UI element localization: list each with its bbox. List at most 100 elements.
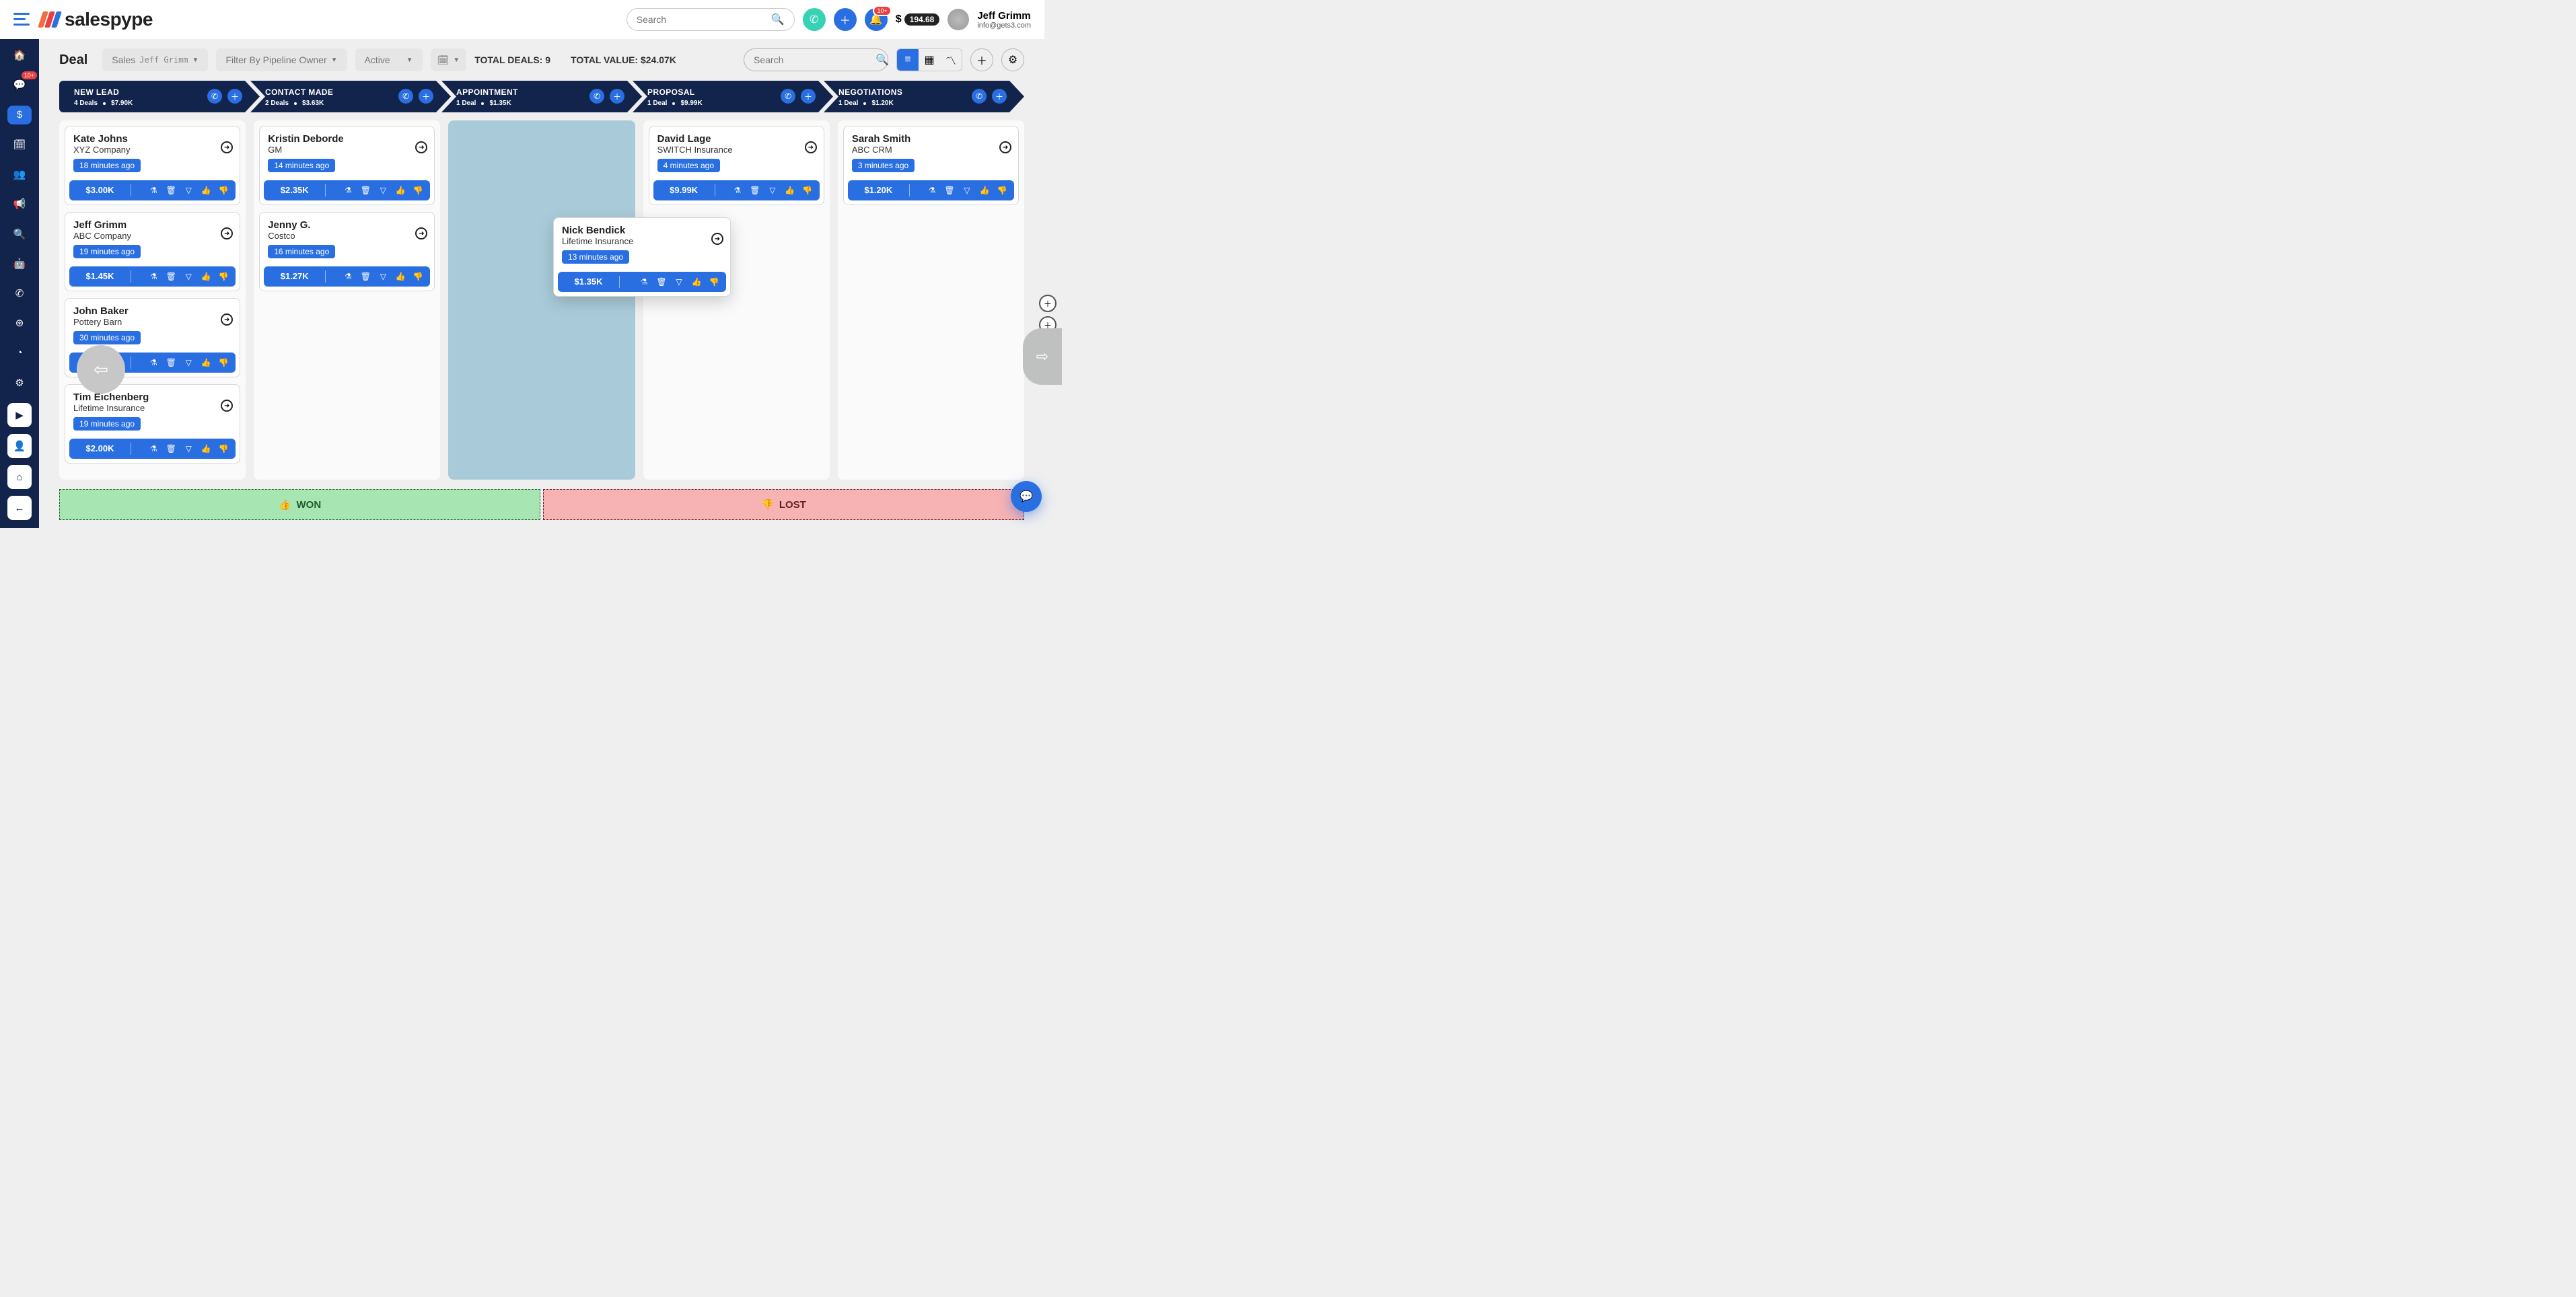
local-search-input[interactable] xyxy=(754,54,875,65)
column-4[interactable]: Sarah Smith ABC CRM 3 minutes ago ➜ $1.2… xyxy=(838,120,1024,480)
column-0[interactable]: Kate Johns XYZ Company 18 minutes ago ➜ … xyxy=(59,120,246,480)
settings-button[interactable]: ⚙ xyxy=(1001,48,1024,71)
thumbs-down-icon[interactable]: 👎 xyxy=(218,443,229,454)
delete-icon[interactable]: 🗑 xyxy=(360,271,371,282)
status-select[interactable]: Active ▼ xyxy=(355,48,423,71)
thumbs-up-icon[interactable]: 👍 xyxy=(785,185,795,196)
delete-icon[interactable]: 🗑 xyxy=(166,357,176,368)
flask-icon[interactable]: ⚗ xyxy=(148,357,159,368)
view-grid[interactable]: ▦ xyxy=(919,49,940,71)
delete-icon[interactable]: 🗑 xyxy=(750,185,760,196)
lost-zone[interactable]: 👎 LOST xyxy=(543,489,1024,520)
filter-icon[interactable]: ▽ xyxy=(183,185,194,196)
filter-icon[interactable]: ▽ xyxy=(183,357,194,368)
stage-call-button[interactable]: ✆ xyxy=(398,89,413,104)
thumbs-up-icon[interactable]: 👍 xyxy=(691,276,702,287)
sidebar-search[interactable]: 🔍 xyxy=(7,225,32,244)
stage-3[interactable]: PROPOSAL 1 Deal$9.99K ✆＋ xyxy=(633,81,833,112)
add-deal-button[interactable]: ＋ xyxy=(970,48,993,71)
open-deal-icon[interactable]: ➜ xyxy=(711,233,723,245)
date-select[interactable]: 🗓 ▼ xyxy=(431,48,467,71)
notifications-button[interactable]: 🔔 10+ xyxy=(865,8,888,31)
open-deal-icon[interactable]: ➜ xyxy=(805,141,817,153)
deal-card[interactable]: Jeff Grimm ABC Company 19 minutes ago ➜ … xyxy=(65,212,240,291)
filter-icon[interactable]: ▽ xyxy=(674,276,684,287)
logo[interactable]: salespype xyxy=(40,9,153,30)
sidebar-back[interactable]: ← xyxy=(7,496,32,520)
view-chart[interactable]: 〽 xyxy=(940,49,962,71)
filter-icon[interactable]: ▽ xyxy=(767,185,778,196)
thumbs-up-icon[interactable]: 👍 xyxy=(201,443,211,454)
global-search[interactable]: 🔍 xyxy=(627,8,795,31)
user-avatar[interactable] xyxy=(947,9,969,30)
stage-call-button[interactable]: ✆ xyxy=(589,89,604,104)
filter-owner-select[interactable]: Filter By Pipeline Owner ▼ xyxy=(216,48,347,71)
flask-icon[interactable]: ⚗ xyxy=(148,185,159,196)
sidebar-phone[interactable]: ✆ xyxy=(7,284,32,303)
delete-icon[interactable]: 🗑 xyxy=(166,185,176,196)
call-button[interactable]: ✆ xyxy=(803,8,826,31)
sidebar-campaigns[interactable]: 📢 xyxy=(7,194,32,213)
filter-icon[interactable]: ▽ xyxy=(378,185,388,196)
column-2[interactable] xyxy=(448,120,635,480)
sidebar-deals[interactable]: $ xyxy=(7,106,32,124)
flask-icon[interactable]: ⚗ xyxy=(343,185,353,196)
sidebar-chat[interactable]: 💬10+ xyxy=(7,75,32,94)
stage-call-button[interactable]: ✆ xyxy=(972,89,987,104)
pipeline-select[interactable]: Sales Jeff Grimm ▼ xyxy=(102,48,208,71)
deal-card-dragging[interactable]: Nick Bendick Lifetime Insurance 13 minut… xyxy=(553,217,731,297)
global-search-input[interactable] xyxy=(637,14,771,25)
sidebar-home2[interactable]: ⌂ xyxy=(7,465,32,489)
thumbs-down-icon[interactable]: 👎 xyxy=(802,185,813,196)
won-zone[interactable]: 👍 WON xyxy=(59,489,540,520)
thumbs-down-icon[interactable]: 👎 xyxy=(709,276,719,287)
delete-icon[interactable]: 🗑 xyxy=(166,271,176,282)
thumbs-up-icon[interactable]: 👍 xyxy=(395,271,406,282)
stage-add-button[interactable]: ＋ xyxy=(610,89,624,104)
stage-add-button[interactable]: ＋ xyxy=(419,89,433,104)
sidebar-billing[interactable]: ⊛ xyxy=(7,313,32,332)
stage-2[interactable]: APPOINTMENT 1 Deal$1.35K ✆＋ xyxy=(441,81,642,112)
user-info[interactable]: Jeff Grimm info@gets3.com xyxy=(977,10,1031,30)
stage-0[interactable]: NEW LEAD 4 Deals$7.90K ✆＋ xyxy=(59,81,260,112)
filter-icon[interactable]: ▽ xyxy=(183,443,194,454)
deal-card[interactable]: Tim Eichenberg Lifetime Insurance 19 min… xyxy=(65,384,240,464)
menu-icon[interactable] xyxy=(13,13,32,26)
stage-add-button[interactable]: ＋ xyxy=(801,89,816,104)
filter-icon[interactable]: ▽ xyxy=(183,271,194,282)
flask-icon[interactable]: ⚗ xyxy=(639,276,649,287)
filter-icon[interactable]: ▽ xyxy=(962,185,972,196)
column-3[interactable]: David Lage SWITCH Insurance 4 minutes ag… xyxy=(643,120,830,480)
sidebar-contacts[interactable]: 👥 xyxy=(7,165,32,184)
stage-1[interactable]: CONTACT MADE 2 Deals$3.63K ✆＋ xyxy=(250,81,451,112)
filter-icon[interactable]: ▽ xyxy=(378,271,388,282)
thumbs-down-icon[interactable]: 👎 xyxy=(218,357,229,368)
sidebar-reports[interactable]: ◔ xyxy=(7,344,32,363)
delete-icon[interactable]: 🗑 xyxy=(166,443,176,454)
stage-call-button[interactable]: ✆ xyxy=(207,89,222,104)
deal-card[interactable]: Kate Johns XYZ Company 18 minutes ago ➜ … xyxy=(65,126,240,205)
deal-card[interactable]: Kristin Deborde GM 14 minutes ago ➜ $2.3… xyxy=(259,126,435,205)
deal-card[interactable]: David Lage SWITCH Insurance 4 minutes ag… xyxy=(649,126,824,205)
deal-card[interactable]: Jenny G. Costco 16 minutes ago ➜ $1.27K … xyxy=(259,212,435,291)
view-kanban[interactable]: ≡ xyxy=(897,49,919,71)
thumbs-down-icon[interactable]: 👎 xyxy=(218,185,229,196)
open-deal-icon[interactable]: ➜ xyxy=(999,141,1011,153)
add-button[interactable]: ＋ xyxy=(834,8,857,31)
stage-add-button[interactable]: ＋ xyxy=(992,89,1007,104)
delete-icon[interactable]: 🗑 xyxy=(360,185,371,196)
thumbs-up-icon[interactable]: 👍 xyxy=(201,185,211,196)
flask-icon[interactable]: ⚗ xyxy=(148,271,159,282)
thumbs-down-icon[interactable]: 👎 xyxy=(218,271,229,282)
flask-icon[interactable]: ⚗ xyxy=(732,185,743,196)
thumbs-up-icon[interactable]: 👍 xyxy=(201,357,211,368)
float-add[interactable]: ＋ xyxy=(1039,295,1057,312)
stage-call-button[interactable]: ✆ xyxy=(781,89,795,104)
thumbs-up-icon[interactable]: 👍 xyxy=(979,185,990,196)
sidebar-bot[interactable]: 🤖 xyxy=(7,254,32,273)
delete-icon[interactable]: 🗑 xyxy=(944,185,955,196)
scroll-left-button[interactable]: ⇦ xyxy=(77,345,125,394)
stage-add-button[interactable]: ＋ xyxy=(227,89,242,104)
thumbs-up-icon[interactable]: 👍 xyxy=(395,185,406,196)
thumbs-up-icon[interactable]: 👍 xyxy=(201,271,211,282)
